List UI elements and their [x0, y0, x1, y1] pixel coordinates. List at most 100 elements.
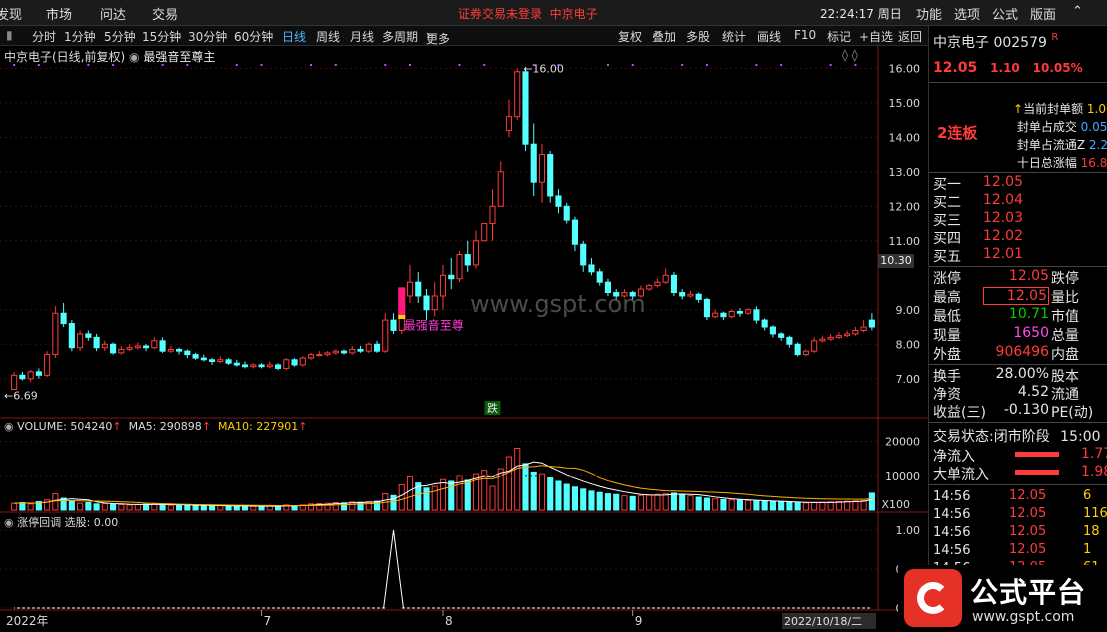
x-tick-label: 7 [264, 614, 272, 628]
volume-bar-down [703, 497, 710, 511]
bid-price: 12.02 [982, 228, 1023, 244]
candle-up [456, 254, 463, 280]
candle-up [835, 335, 842, 338]
signal-dot [606, 64, 609, 66]
volume-bar-down [110, 503, 117, 511]
menu-discover[interactable]: 发现 [0, 4, 22, 23]
candle-down [753, 309, 760, 321]
candle-down [19, 374, 26, 380]
period-tab-monthly[interactable]: 月线 [350, 28, 374, 45]
volume-bar-down [613, 493, 620, 511]
volume-bar-up [456, 475, 463, 511]
kline-chart[interactable]: www.gspt.com ←16.00←6.69最强音至尊 16.0015.00… [0, 44, 928, 632]
volume-bar-up [811, 501, 818, 511]
indicator-toggle-icon-2[interactable]: ◉ [4, 516, 14, 529]
candle-down [596, 271, 603, 283]
candle-up [118, 348, 125, 354]
volume-bar-down [571, 486, 579, 511]
volume-bar-down [209, 505, 216, 511]
login-notice-text[interactable]: 证券交易未登录 [458, 7, 542, 21]
seal-row-1: ↑当前封单额 1.00亿 [1013, 100, 1107, 117]
action-multi-stock[interactable]: 多股 [686, 28, 710, 45]
action-overlay[interactable]: 叠加 [652, 28, 676, 45]
divider [929, 484, 1107, 485]
bid-row: 买三 12.03 [933, 210, 1023, 230]
period-tab-more[interactable]: 更多 › [426, 28, 450, 46]
stat-row: 现量 1650 总量 [933, 325, 1079, 345]
flow-row: 大单流入 1.98 [933, 464, 1107, 484]
stat-right-label: 内盘 [1051, 347, 1079, 363]
volume-toggle-icon[interactable]: ◉ [4, 420, 14, 433]
flow-value: 1.77 [1081, 446, 1107, 462]
bid-row: 买五 12.01 [933, 246, 1023, 266]
candle-down [736, 311, 743, 314]
signal-dot [780, 64, 783, 66]
indicator-name[interactable]: 最强音至尊主 [143, 50, 215, 64]
chevron-up-icon[interactable]: ⌃ [1072, 4, 1083, 19]
candle-down [670, 274, 677, 294]
menu-trade[interactable]: 交易 [152, 4, 178, 23]
login-notice[interactable]: 证券交易未登录 中京电子 [458, 5, 598, 22]
volume-bar-up [860, 499, 867, 511]
action-add-watch[interactable]: +自选 [859, 28, 893, 45]
candle-down [778, 333, 785, 338]
candle-down [794, 343, 801, 356]
g-logo-icon [904, 569, 962, 627]
action-f10[interactable]: F10 [794, 28, 816, 42]
x-tick-label: 2022年 [6, 614, 49, 628]
volume-bar-up [118, 504, 125, 511]
action-stats[interactable]: 统计 [722, 28, 746, 45]
menu-function[interactable]: 功能 [916, 4, 942, 23]
volume-bar-up [365, 500, 372, 511]
action-mark[interactable]: 标记 [827, 28, 851, 45]
period-tab-1min[interactable]: 1分钟 [64, 28, 96, 45]
logo-url: www.gspt.com [972, 609, 1075, 625]
candle-up [819, 338, 826, 342]
indicator-toggle-icon[interactable]: ◉ [129, 50, 139, 64]
menu-formula[interactable]: 公式 [992, 4, 1018, 23]
collapse-icon[interactable]: ▮ [6, 28, 13, 42]
period-tab-fenshi[interactable]: 分时 [32, 28, 56, 45]
menu-options[interactable]: 选项 [954, 4, 980, 23]
candle-down [209, 359, 216, 363]
signal-dot [829, 64, 832, 66]
volume-bar-down [679, 494, 686, 511]
menu-market[interactable]: 市场 [46, 4, 72, 23]
menu-layout[interactable]: 版面 [1030, 4, 1056, 23]
period-tab-60min[interactable]: 60分钟 [234, 28, 273, 45]
price-tick-label: 14.00 [889, 131, 921, 144]
period-tab-multi[interactable]: 多周期 [382, 28, 418, 45]
action-back[interactable]: 返回 [898, 28, 922, 45]
candle-down [613, 292, 620, 297]
indicator-axis: 1.000.500.00 [0, 524, 920, 615]
volume-bar-up [835, 500, 842, 511]
stock-name-header: 中京电子 [549, 7, 598, 21]
period-tab-5min[interactable]: 5分钟 [104, 28, 136, 45]
tick-row: 14:56 12.05 6 [933, 488, 1091, 504]
seal-value-2: 0.05倍 [1080, 120, 1107, 134]
volume-bar-up [712, 498, 719, 511]
flow-label: 大单流入 [933, 467, 989, 483]
stat-right-label: 量比 [1051, 290, 1079, 306]
bid-label: 买四 [933, 231, 961, 247]
period-tab-15min[interactable]: 15分钟 [142, 28, 181, 45]
candle-down [192, 354, 199, 359]
period-tab-weekly[interactable]: 周线 [316, 28, 340, 45]
action-fuquan[interactable]: 复权 [618, 28, 642, 45]
tick-price: 12.05 [1009, 524, 1047, 539]
quote-stock-name: 中京电子 [933, 35, 989, 51]
volume-bar-up [406, 476, 414, 511]
trade-time: 15:00 [1060, 429, 1101, 445]
period-tab-30min[interactable]: 30分钟 [188, 28, 227, 45]
candle-up [101, 343, 108, 349]
volume-bars [11, 448, 875, 511]
menu-wenda[interactable]: 问达 [100, 4, 126, 23]
seal-label-1: 当前封单额 [1023, 102, 1084, 116]
period-tab-daily[interactable]: 日线 [282, 28, 306, 45]
candle-up [365, 343, 372, 352]
candle-up [52, 312, 59, 356]
lianban-badge: 2连板 [937, 124, 978, 142]
chart-options-icons[interactable]: ◊ ◊ [842, 48, 858, 62]
tick-price: 12.05 [1009, 542, 1047, 557]
action-draw-line[interactable]: 画线 [757, 28, 781, 45]
